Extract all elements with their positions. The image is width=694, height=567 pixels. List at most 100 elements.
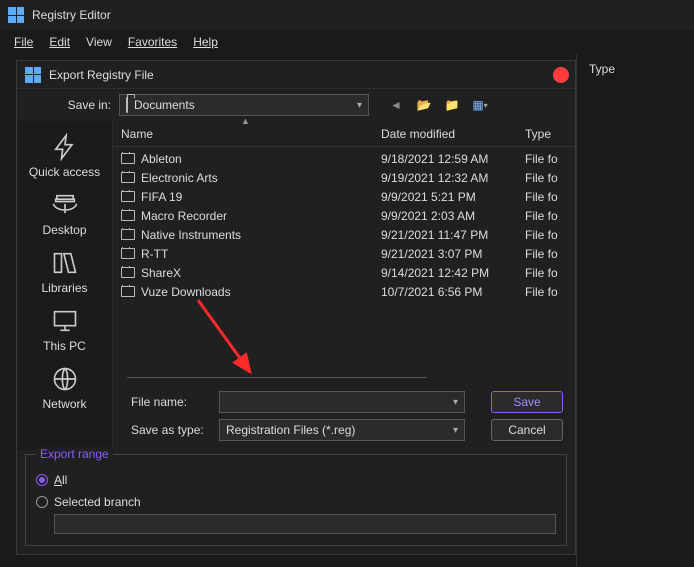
file-name: Native Instruments	[141, 228, 241, 242]
save-in-row: Save in: Documents ▾ ◄ 📂 📁 ▦▾	[17, 89, 575, 121]
file-type: File fo	[525, 209, 567, 223]
right-panel: Type	[576, 54, 694, 567]
folder-icon	[121, 248, 135, 259]
file-name: Macro Recorder	[141, 209, 227, 223]
save-in-value: Documents	[134, 98, 195, 112]
libraries-icon	[51, 249, 79, 277]
radio-selected-row[interactable]: Selected branch	[36, 491, 556, 513]
folder-icon	[121, 229, 135, 240]
file-type: File fo	[525, 266, 567, 280]
file-type: File fo	[525, 228, 567, 242]
export-range-group: Export range All Selected branch	[25, 454, 567, 546]
radio-all[interactable]	[36, 474, 48, 486]
file-date: 10/7/2021 6:56 PM	[381, 285, 525, 299]
back-button[interactable]: ◄	[387, 96, 405, 114]
chevron-down-icon: ▾	[357, 100, 362, 111]
table-row[interactable]: Vuze Downloads 10/7/2021 6:56 PMFile fo	[121, 282, 567, 301]
app-title: Registry Editor	[32, 8, 111, 22]
file-list[interactable]: Ableton9/18/2021 12:59 AMFile foElectron…	[113, 147, 575, 369]
file-name: Electronic Arts	[141, 171, 218, 185]
sort-indicator-icon: ▲	[241, 116, 250, 126]
places-bar: Quick access Desktop Libraries This PC N…	[17, 121, 113, 450]
file-date: 9/19/2021 12:32 AM	[381, 171, 525, 185]
save-in-label: Save in:	[27, 98, 111, 112]
col-type-header[interactable]: Type	[525, 127, 567, 141]
dialog-body: Quick access Desktop Libraries This PC N…	[17, 121, 575, 450]
folder-icon	[121, 191, 135, 202]
dialog-icon	[25, 67, 41, 83]
up-one-level-button[interactable]: 📂	[415, 96, 433, 114]
table-row[interactable]: Macro Recorder9/9/2021 2:03 AMFile fo	[121, 206, 567, 225]
lightning-icon	[51, 133, 79, 161]
place-libraries[interactable]: Libraries	[17, 243, 112, 301]
file-date: 9/21/2021 11:47 PM	[381, 228, 525, 242]
col-date-header[interactable]: Date modified	[381, 127, 525, 141]
table-row[interactable]: ShareX 9/14/2021 12:42 PMFile fo	[121, 263, 567, 282]
branch-input[interactable]	[54, 514, 556, 534]
file-name: R-TT	[141, 247, 168, 261]
radio-all-label: All	[54, 473, 67, 487]
radio-selected-label: Selected branch	[54, 495, 141, 509]
radio-all-row[interactable]: All	[36, 469, 556, 491]
menu-view[interactable]: View	[80, 33, 118, 51]
export-dialog: Export Registry File Save in: Documents …	[16, 60, 576, 555]
dialog-toolbar: ◄ 📂 📁 ▦▾	[387, 96, 489, 114]
table-row[interactable]: Electronic Arts 9/19/2021 12:32 AMFile fo	[121, 168, 567, 187]
file-type: File fo	[525, 247, 567, 261]
save-as-type-label: Save as type:	[125, 423, 211, 437]
file-date: 9/18/2021 12:59 AM	[381, 152, 525, 166]
globe-icon	[51, 365, 79, 393]
folder-icon	[121, 153, 135, 164]
folder-icon	[121, 210, 135, 221]
place-quick-access[interactable]: Quick access	[17, 127, 112, 185]
menubar: File Edit View Favorites Help	[0, 30, 694, 54]
file-name: FIFA 19	[141, 190, 182, 204]
annotation-dot	[553, 67, 569, 83]
save-button[interactable]: Save	[491, 391, 563, 413]
chevron-down-icon: ▾	[453, 397, 458, 408]
folder-icon	[121, 172, 135, 183]
menu-favorites[interactable]: Favorites	[122, 33, 183, 51]
folder-icon	[126, 98, 128, 112]
menu-file[interactable]: File	[8, 33, 39, 51]
file-name-input[interactable]: ▾	[219, 391, 465, 413]
file-area: ▲ Name Date modified Type Ableton9/18/20…	[113, 121, 575, 450]
save-as-type-combo[interactable]: Registration Files (*.reg) ▾	[219, 419, 465, 441]
place-network[interactable]: Network	[17, 359, 112, 417]
dialog-title: Export Registry File	[49, 68, 154, 82]
form-rows: File name: ▾ Save Save as type: Registra…	[113, 378, 575, 450]
place-desktop[interactable]: Desktop	[17, 185, 112, 243]
column-type-header[interactable]: Type	[589, 62, 682, 76]
radio-selected[interactable]	[36, 496, 48, 508]
col-name-header[interactable]: Name	[121, 127, 381, 141]
chevron-down-icon: ▾	[453, 425, 458, 436]
cancel-button[interactable]: Cancel	[491, 419, 563, 441]
place-this-pc[interactable]: This PC	[17, 301, 112, 359]
file-name: ShareX	[141, 266, 181, 280]
file-type: File fo	[525, 190, 567, 204]
file-type: File fo	[525, 171, 567, 185]
table-row[interactable]: Ableton 9/18/2021 12:59 AMFile fo	[121, 149, 567, 168]
folder-icon	[121, 267, 135, 278]
file-date: 9/14/2021 12:42 PM	[381, 266, 525, 280]
save-as-type-value: Registration Files (*.reg)	[226, 423, 355, 437]
desktop-icon	[51, 191, 79, 219]
pc-icon	[51, 307, 79, 335]
file-name: Vuze Downloads	[141, 285, 231, 299]
file-type: File fo	[525, 152, 567, 166]
save-in-combo[interactable]: Documents ▾	[119, 94, 369, 116]
app-titlebar: Registry Editor	[0, 0, 694, 30]
table-row[interactable]: FIFA 19 9/9/2021 5:21 PMFile fo	[121, 187, 567, 206]
file-date: 9/21/2021 3:07 PM	[381, 247, 525, 261]
export-range-legend: Export range	[36, 447, 113, 461]
new-folder-button[interactable]: 📁	[443, 96, 461, 114]
table-row[interactable]: Native Instruments 9/21/2021 11:47 PMFile…	[121, 225, 567, 244]
menu-help[interactable]: Help	[187, 33, 224, 51]
file-type: File fo	[525, 285, 567, 299]
table-row[interactable]: R-TT 9/21/2021 3:07 PMFile fo	[121, 244, 567, 263]
file-date: 9/9/2021 5:21 PM	[381, 190, 525, 204]
file-name-label: File name:	[125, 395, 211, 409]
view-menu-button[interactable]: ▦▾	[471, 96, 489, 114]
file-name: Ableton	[141, 152, 182, 166]
menu-edit[interactable]: Edit	[43, 33, 76, 51]
